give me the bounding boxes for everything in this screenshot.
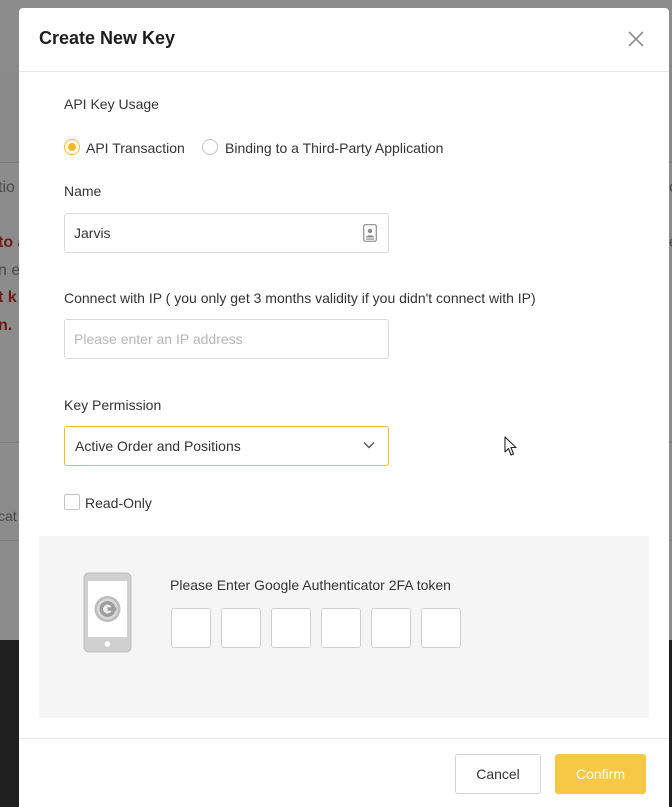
read-only-label[interactable]: Read-Only	[85, 495, 152, 511]
chevron-down-icon	[363, 442, 375, 449]
permission-label: Key Permission	[64, 397, 162, 413]
twofa-digit-input[interactable]	[171, 608, 211, 648]
ip-label: Connect with IP ( you only get 3 months …	[64, 290, 536, 306]
radio-third-party-binding[interactable]	[202, 139, 218, 155]
background-text: t k	[0, 289, 17, 306]
confirm-button[interactable]: Confirm	[555, 754, 646, 794]
name-label: Name	[64, 183, 102, 199]
permission-selected-value: Active Order and Positions	[75, 438, 241, 454]
ip-field[interactable]	[64, 319, 389, 359]
mouse-cursor-icon	[504, 436, 517, 456]
modal-title: Create New Key	[39, 28, 176, 48]
contact-card-icon[interactable]	[363, 224, 377, 242]
name-input[interactable]	[74, 214, 354, 252]
cancel-button[interactable]: Cancel	[455, 754, 541, 794]
radio-label-api-transaction[interactable]: API Transaction	[86, 140, 185, 156]
twofa-digit-input[interactable]	[421, 608, 461, 648]
twofa-digit-input[interactable]	[221, 608, 261, 648]
background-text: n.	[0, 317, 13, 334]
modal-header: Create New Key	[19, 8, 669, 72]
background-text: n e	[0, 262, 21, 279]
close-icon[interactable]	[627, 30, 645, 48]
twofa-digit-input[interactable]	[371, 608, 411, 648]
background-text: tio	[0, 179, 15, 196]
background-text: cat	[0, 508, 17, 524]
modal-footer-divider	[19, 738, 669, 739]
permission-select[interactable]: Active Order and Positions	[64, 426, 389, 466]
ip-input[interactable]	[74, 320, 354, 358]
create-key-modal: Create New Key API Key Usage API Transac…	[19, 8, 669, 807]
authenticator-phone-icon	[83, 572, 132, 653]
usage-label: API Key Usage	[64, 96, 159, 112]
twofa-panel: Please Enter Google Authenticator 2FA to…	[39, 536, 649, 718]
name-field[interactable]	[64, 213, 389, 253]
read-only-checkbox[interactable]	[64, 494, 80, 510]
radio-label-third-party-binding[interactable]: Binding to a Third-Party Application	[225, 140, 443, 156]
twofa-title: Please Enter Google Authenticator 2FA to…	[170, 577, 451, 593]
twofa-digit-input[interactable]	[271, 608, 311, 648]
radio-api-transaction[interactable]	[64, 139, 80, 155]
twofa-digit-input[interactable]	[321, 608, 361, 648]
